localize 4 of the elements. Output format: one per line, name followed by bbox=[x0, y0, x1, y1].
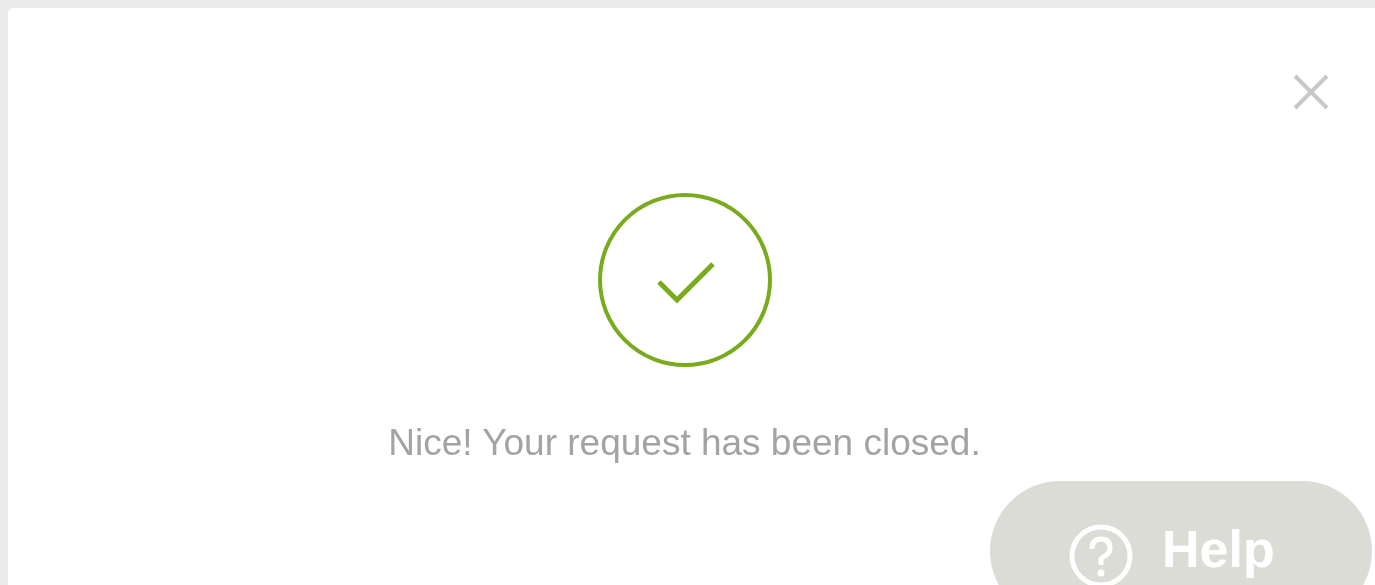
close-icon bbox=[1292, 73, 1330, 111]
success-check-icon bbox=[596, 192, 773, 368]
question-mark-icon bbox=[1068, 523, 1134, 585]
confirmation-message: Nice! Your request has been closed. bbox=[388, 424, 981, 461]
